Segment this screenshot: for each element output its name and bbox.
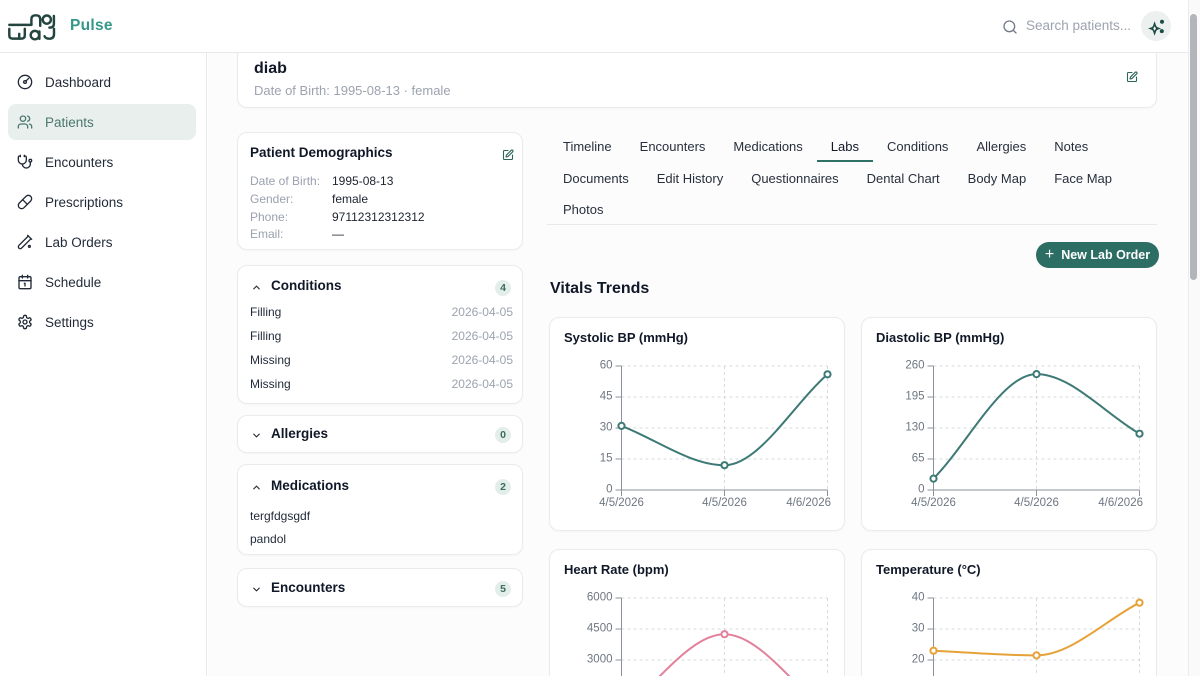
svg-text:60: 60 <box>600 360 613 372</box>
svg-text:30: 30 <box>600 422 613 434</box>
svg-text:4/5/2026: 4/5/2026 <box>911 497 956 509</box>
svg-text:4/6/2026: 4/6/2026 <box>1098 497 1143 509</box>
svg-text:4/5/2026: 4/5/2026 <box>599 497 644 509</box>
svg-text:0: 0 <box>606 484 612 496</box>
svg-text:40: 40 <box>912 592 925 604</box>
svg-text:0: 0 <box>918 484 924 496</box>
svg-text:195: 195 <box>905 391 924 403</box>
svg-text:4/6/2026: 4/6/2026 <box>786 497 831 509</box>
svg-text:15: 15 <box>600 453 613 465</box>
svg-text:4/5/2026: 4/5/2026 <box>1014 497 1059 509</box>
svg-text:20: 20 <box>912 654 925 666</box>
svg-text:6000: 6000 <box>587 592 613 604</box>
svg-text:30: 30 <box>912 623 925 635</box>
svg-text:3000: 3000 <box>587 654 613 666</box>
svg-text:4/5/2026: 4/5/2026 <box>702 497 747 509</box>
svg-text:260: 260 <box>905 360 924 372</box>
svg-text:65: 65 <box>912 453 925 465</box>
svg-text:45: 45 <box>600 391 613 403</box>
svg-text:4500: 4500 <box>587 623 613 635</box>
svg-text:130: 130 <box>905 422 924 434</box>
